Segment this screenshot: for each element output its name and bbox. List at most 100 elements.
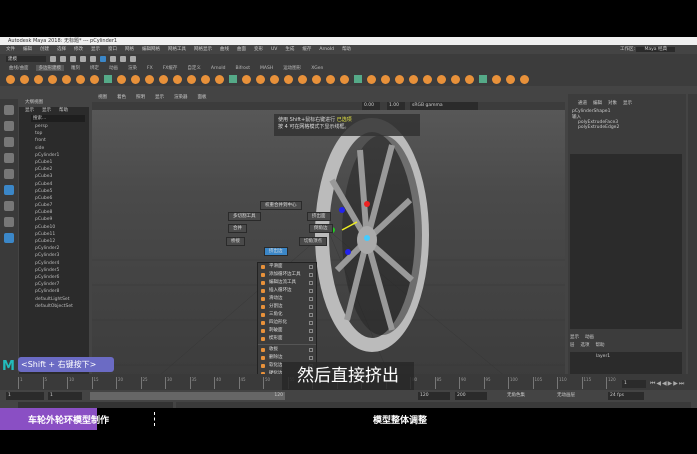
cb-input[interactable]: polyExtrudeEdge2 [578,125,686,130]
menu-item[interactable]: 文件 [6,45,15,54]
layer-tab[interactable]: 动画 [585,334,594,340]
shelf-tool-icon[interactable] [187,74,196,84]
menu-item[interactable]: 编辑网格 [142,45,160,54]
outliner-item[interactable]: pCube5 [19,188,89,195]
shelf-tab[interactable]: 运动图形 [280,65,304,71]
menu-item[interactable]: Arnold [319,45,334,54]
menu-item[interactable]: 曲线 [220,45,229,54]
shelf-tool-icon[interactable] [367,74,376,84]
outliner-item[interactable]: pCylinder7 [19,281,89,288]
option-box-icon[interactable] [309,313,313,317]
range-bar[interactable]: 120 [90,392,285,400]
shelf-tool-icon[interactable] [284,74,293,84]
menu-item[interactable]: 四边形化 [258,319,316,327]
option-box-icon[interactable] [309,337,313,341]
mm-left1[interactable]: 多切割工具 [228,212,261,221]
option-box-icon[interactable] [309,305,313,309]
range-end-field[interactable]: 120 [418,392,450,400]
cb-tab[interactable]: 对象 [608,100,617,106]
menu-item[interactable]: 生成 [285,45,294,54]
viewport-menu[interactable]: 面板 [198,94,207,102]
outliner-item[interactable]: pCube12 [19,238,89,245]
shelf-tool-icon[interactable] [520,74,529,84]
menu-item[interactable]: 修改 [74,45,83,54]
menu-item[interactable]: 网格 [125,45,134,54]
attribute-editor-tab[interactable] [688,94,697,384]
anim-layer[interactable]: 无动画层 [555,392,595,400]
shelf-tab[interactable]: 绑定 [87,65,102,71]
shelf-tab[interactable]: FX [144,66,156,71]
outliner-item[interactable]: defaultObjectSet [19,303,89,310]
outliner-menu[interactable]: 帮助 [59,107,68,114]
snap-curve-icon[interactable] [120,56,126,62]
outliner-item[interactable]: pCylinder5 [19,267,89,274]
shelf-tool-icon[interactable] [145,74,154,84]
outliner-item[interactable]: pCube1 [19,159,89,166]
shelf-tab[interactable]: MASH [257,66,276,71]
outliner-item[interactable]: persp [19,123,89,130]
menu-item[interactable]: 创建 [40,45,49,54]
outliner-item[interactable]: pCube8 [19,209,89,216]
layer-menu[interactable]: 选项 [581,342,590,348]
max-frame-field[interactable]: 200 [455,392,487,400]
mode-select[interactable]: 建模 [6,56,46,62]
outliner-item[interactable]: pCylinder1 [19,152,89,159]
mm-right3[interactable]: 切角顶点 [299,237,327,246]
outliner-item[interactable]: pCylinder2 [19,245,89,252]
colorspace-select[interactable]: sRGB gamma [410,102,478,110]
menu-item[interactable]: 楔形面 [258,335,316,343]
shelf-tool-icon[interactable] [506,74,515,84]
cb-tab[interactable]: 通道 [578,100,587,106]
shelf-tool-icon[interactable] [409,74,418,84]
menu-item[interactable]: 编辑边流工具 [258,279,316,287]
shelf-tab[interactable]: XGen [308,66,326,71]
mm-top[interactable]: 权重合并到中心 [260,201,302,210]
layout-single-icon[interactable] [4,201,14,211]
menu-item[interactable]: 网格工具 [168,45,186,54]
shelf-tool-icon[interactable] [20,74,29,84]
menu-item[interactable]: 窗口 [108,45,117,54]
outliner-item[interactable]: pCylinder6 [19,274,89,281]
shelf-tool-icon[interactable] [159,74,168,84]
outliner-item[interactable]: pCylinder4 [19,260,89,267]
outliner-item[interactable]: pCube11 [19,231,89,238]
shelf-tool-icon[interactable] [48,74,57,84]
option-box-icon[interactable] [309,321,313,325]
outliner-item[interactable]: pCube7 [19,202,89,209]
shelf-tool-icon[interactable] [340,74,349,84]
menu-item[interactable]: 删除边 [258,354,316,362]
shelf-tool-icon[interactable] [479,75,487,83]
viewport-menu[interactable]: 着色 [117,94,126,102]
outliner-item[interactable]: defaultLightSet [19,296,89,303]
rotate-tool-icon[interactable] [4,169,14,179]
shelf-tool-icon[interactable] [62,74,71,84]
chapter-right[interactable]: 模型整体调整 [373,413,427,426]
layout-outliner-icon[interactable] [4,233,14,243]
shelf-tool-icon[interactable] [256,74,265,84]
layer-tab[interactable]: 显示 [570,334,579,340]
shelf-tool-icon[interactable] [298,74,307,84]
shelf-tool-icon[interactable] [6,74,15,84]
shelf-tool-icon[interactable] [354,75,362,83]
mm-left3[interactable]: 桥接 [226,237,245,246]
redo-icon[interactable] [90,56,96,62]
mm-center[interactable]: 挤出边 [264,247,288,256]
shelf-tool-icon[interactable] [312,74,321,84]
playback-controls[interactable]: ⏮◀◀▶▶⏭ [650,380,685,388]
option-box-icon[interactable] [309,281,313,285]
gamma-field[interactable]: 1.00 [387,102,405,110]
shelf-tab[interactable]: 雕刻 [68,65,83,71]
shelf-tool-icon[interactable] [465,74,474,84]
shelf-tool-icon[interactable] [451,74,460,84]
option-box-icon[interactable] [309,265,313,269]
shelf-tool-icon[interactable] [395,74,404,84]
outliner-item[interactable]: pCube4 [19,181,89,188]
menu-item[interactable]: 平滑面 [258,263,316,271]
outliner-item[interactable]: top [19,130,89,137]
shelf-tool-icon[interactable] [437,74,446,84]
option-box-icon[interactable] [309,297,313,301]
menu-item[interactable]: 缓存 [302,45,311,54]
outliner-item[interactable]: pCube10 [19,224,89,231]
chapter-left[interactable]: 车轮外轮环模型制作 [28,413,109,426]
shelf-tab[interactable]: 曲线/曲面 [6,65,32,71]
